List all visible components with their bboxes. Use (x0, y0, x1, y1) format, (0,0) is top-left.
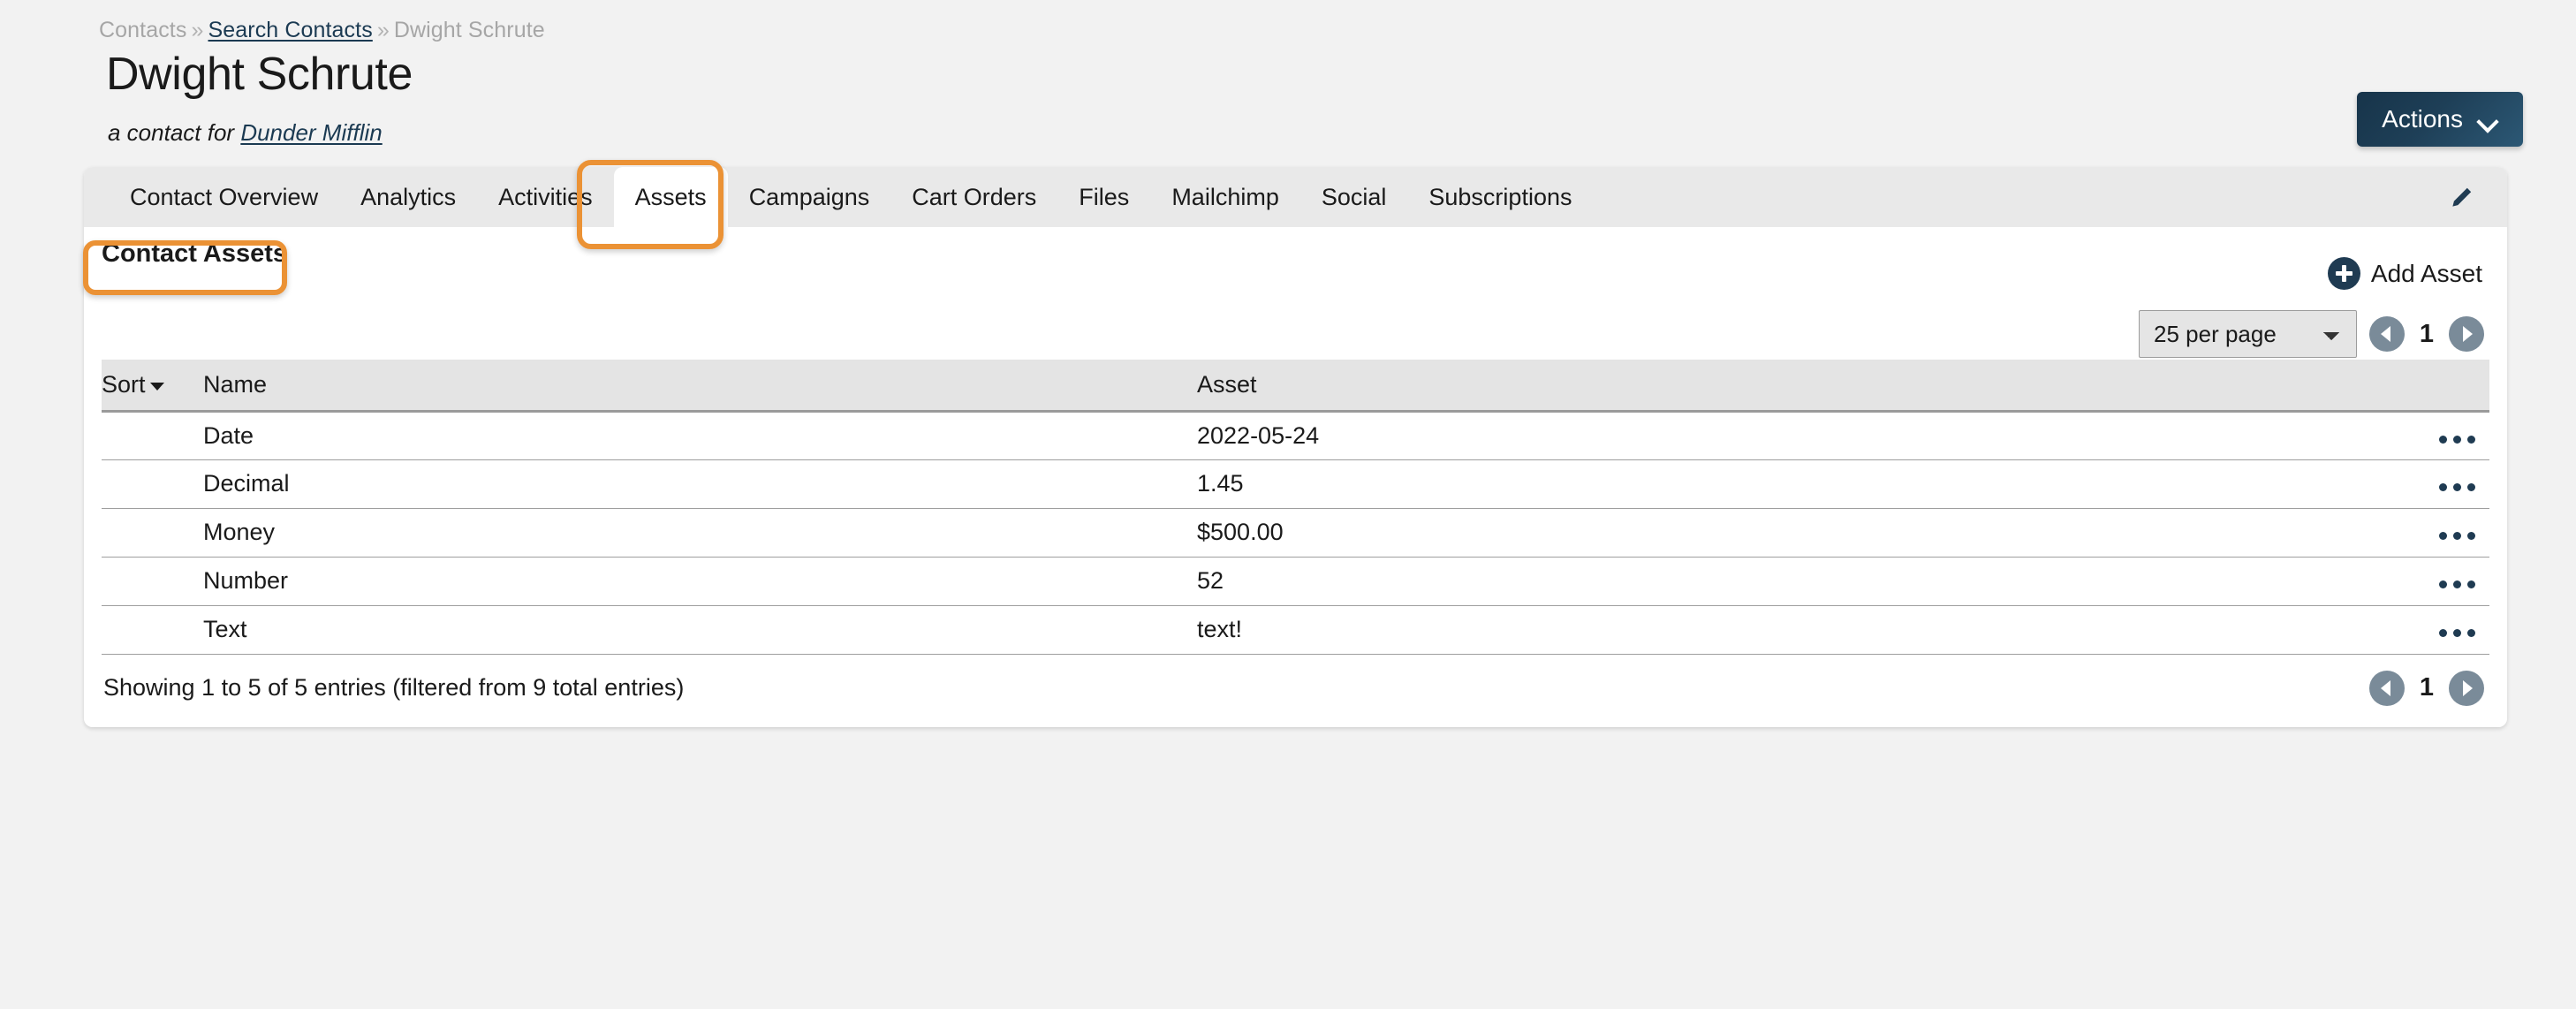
row-sort-handle[interactable] (102, 459, 203, 508)
page-subtitle: a contact for Dunder Mifflin (108, 119, 383, 147)
tab-mailchimp[interactable]: Mailchimp (1150, 167, 1300, 227)
tab-label: Subscriptions (1428, 184, 1572, 211)
page-subtitle-prefix: a contact for (108, 119, 234, 146)
current-page-top: 1 (2417, 320, 2436, 349)
tab-cart-orders[interactable]: Cart Orders (890, 167, 1057, 227)
breadcrumb-separator-2: » (377, 18, 390, 42)
row-asset: 1.45 (1197, 459, 2348, 508)
chevron-left-icon (2381, 326, 2390, 342)
ellipsis-icon[interactable] (2439, 580, 2475, 588)
row-name: Text (203, 605, 1197, 654)
row-asset: text! (1197, 605, 2348, 654)
actions-button-label: Actions (2382, 105, 2463, 133)
row-asset: $500.00 (1197, 508, 2348, 557)
row-actions-cell (2348, 459, 2489, 508)
assets-table: Sort Name Asset Date 2022-05-24 (102, 360, 2489, 655)
tab-assets[interactable]: Assets (614, 167, 728, 227)
row-actions-cell (2348, 605, 2489, 654)
tab-label: Mailchimp (1171, 184, 1279, 211)
table-row[interactable]: Date 2022-05-24 (102, 411, 2489, 459)
row-name: Number (203, 557, 1197, 605)
entries-summary: Showing 1 to 5 of 5 entries (filtered fr… (103, 674, 684, 702)
pagination-bottom: 1 (2369, 671, 2484, 706)
table-footer: Showing 1 to 5 of 5 entries (filtered fr… (84, 655, 2507, 706)
row-sort-handle[interactable] (102, 557, 203, 605)
next-page-button-top[interactable] (2449, 316, 2484, 352)
row-sort-handle[interactable] (102, 411, 203, 459)
prev-page-button-top[interactable] (2369, 316, 2405, 352)
page-title: Dwight Schrute (106, 49, 413, 102)
tab-label: Files (1079, 184, 1129, 211)
column-header-name[interactable]: Name (203, 360, 1197, 411)
row-name: Money (203, 508, 1197, 557)
tab-subscriptions[interactable]: Subscriptions (1407, 167, 1593, 227)
pencil-icon[interactable] (2447, 182, 2477, 212)
assets-table-head: Sort Name Asset (102, 360, 2489, 411)
chevron-left-icon (2381, 680, 2390, 696)
section-title: Contact Assets (102, 239, 287, 269)
table-row[interactable]: Number 52 (102, 557, 2489, 605)
column-header-sort-label: Sort (102, 371, 146, 398)
table-row[interactable]: Money $500.00 (102, 508, 2489, 557)
ellipsis-icon[interactable] (2439, 483, 2475, 491)
row-asset: 52 (1197, 557, 2348, 605)
chevron-right-icon (2463, 326, 2473, 342)
add-asset-label: Add Asset (2371, 260, 2482, 288)
ellipsis-icon[interactable] (2439, 532, 2475, 540)
breadcrumb-search-contacts-link[interactable]: Search Contacts (208, 18, 372, 42)
row-actions-cell (2348, 508, 2489, 557)
row-asset: 2022-05-24 (1197, 411, 2348, 459)
contact-detail-card: Contact Overview Analytics Activities As… (84, 167, 2507, 727)
tab-social[interactable]: Social (1300, 167, 1408, 227)
caret-down-icon (150, 383, 164, 391)
breadcrumb-separator-1: » (191, 18, 203, 42)
chevron-down-icon (2479, 114, 2498, 125)
add-asset-button[interactable]: Add Asset (2328, 257, 2482, 290)
sort-control[interactable]: Sort (102, 371, 164, 398)
tab-bar: Contact Overview Analytics Activities As… (84, 167, 2507, 227)
company-link[interactable]: Dunder Mifflin (240, 119, 382, 146)
column-header-sort[interactable]: Sort (102, 360, 203, 411)
row-actions-cell (2348, 557, 2489, 605)
per-page-select[interactable]: 25 per page (2139, 310, 2357, 358)
table-row[interactable]: Text text! (102, 605, 2489, 654)
tab-label: Social (1322, 184, 1387, 211)
row-name: Date (203, 411, 1197, 459)
tab-label: Contact Overview (130, 184, 318, 211)
row-actions-cell (2348, 411, 2489, 459)
tab-label: Campaigns (749, 184, 870, 211)
column-header-actions (2348, 360, 2489, 411)
ellipsis-icon[interactable] (2439, 436, 2475, 444)
pagination-top: 25 per page 1 (2139, 310, 2484, 358)
column-header-asset[interactable]: Asset (1197, 360, 2348, 411)
row-sort-handle[interactable] (102, 605, 203, 654)
assets-toolbar: Contact Assets Add Asset 25 per page 1 (84, 227, 2507, 360)
current-page-bottom: 1 (2417, 673, 2436, 702)
tab-analytics[interactable]: Analytics (339, 167, 477, 227)
row-name: Decimal (203, 459, 1197, 508)
table-header-row: Sort Name Asset (102, 360, 2489, 411)
assets-panel: Contact Assets Add Asset 25 per page 1 (84, 227, 2507, 727)
breadcrumb-current: Dwight Schrute (394, 18, 545, 42)
tab-activities[interactable]: Activities (477, 167, 614, 227)
breadcrumb: Contacts»Search Contacts»Dwight Schrute (99, 18, 545, 43)
tab-label: Cart Orders (912, 184, 1036, 211)
next-page-button-bottom[interactable] (2449, 671, 2484, 706)
tab-label: Activities (498, 184, 593, 211)
tab-files[interactable]: Files (1057, 167, 1150, 227)
table-row[interactable]: Decimal 1.45 (102, 459, 2489, 508)
actions-button[interactable]: Actions (2357, 92, 2523, 147)
row-sort-handle[interactable] (102, 508, 203, 557)
breadcrumb-root[interactable]: Contacts (99, 18, 186, 42)
ellipsis-icon[interactable] (2439, 629, 2475, 637)
chevron-right-icon (2463, 680, 2473, 696)
tab-contact-overview[interactable]: Contact Overview (109, 167, 339, 227)
prev-page-button-bottom[interactable] (2369, 671, 2405, 706)
tab-label: Assets (635, 184, 707, 211)
tab-label: Analytics (360, 184, 456, 211)
tab-campaigns[interactable]: Campaigns (728, 167, 891, 227)
assets-table-body: Date 2022-05-24 Decimal 1.45 Mon (102, 411, 2489, 654)
plus-circle-icon (2328, 257, 2360, 290)
